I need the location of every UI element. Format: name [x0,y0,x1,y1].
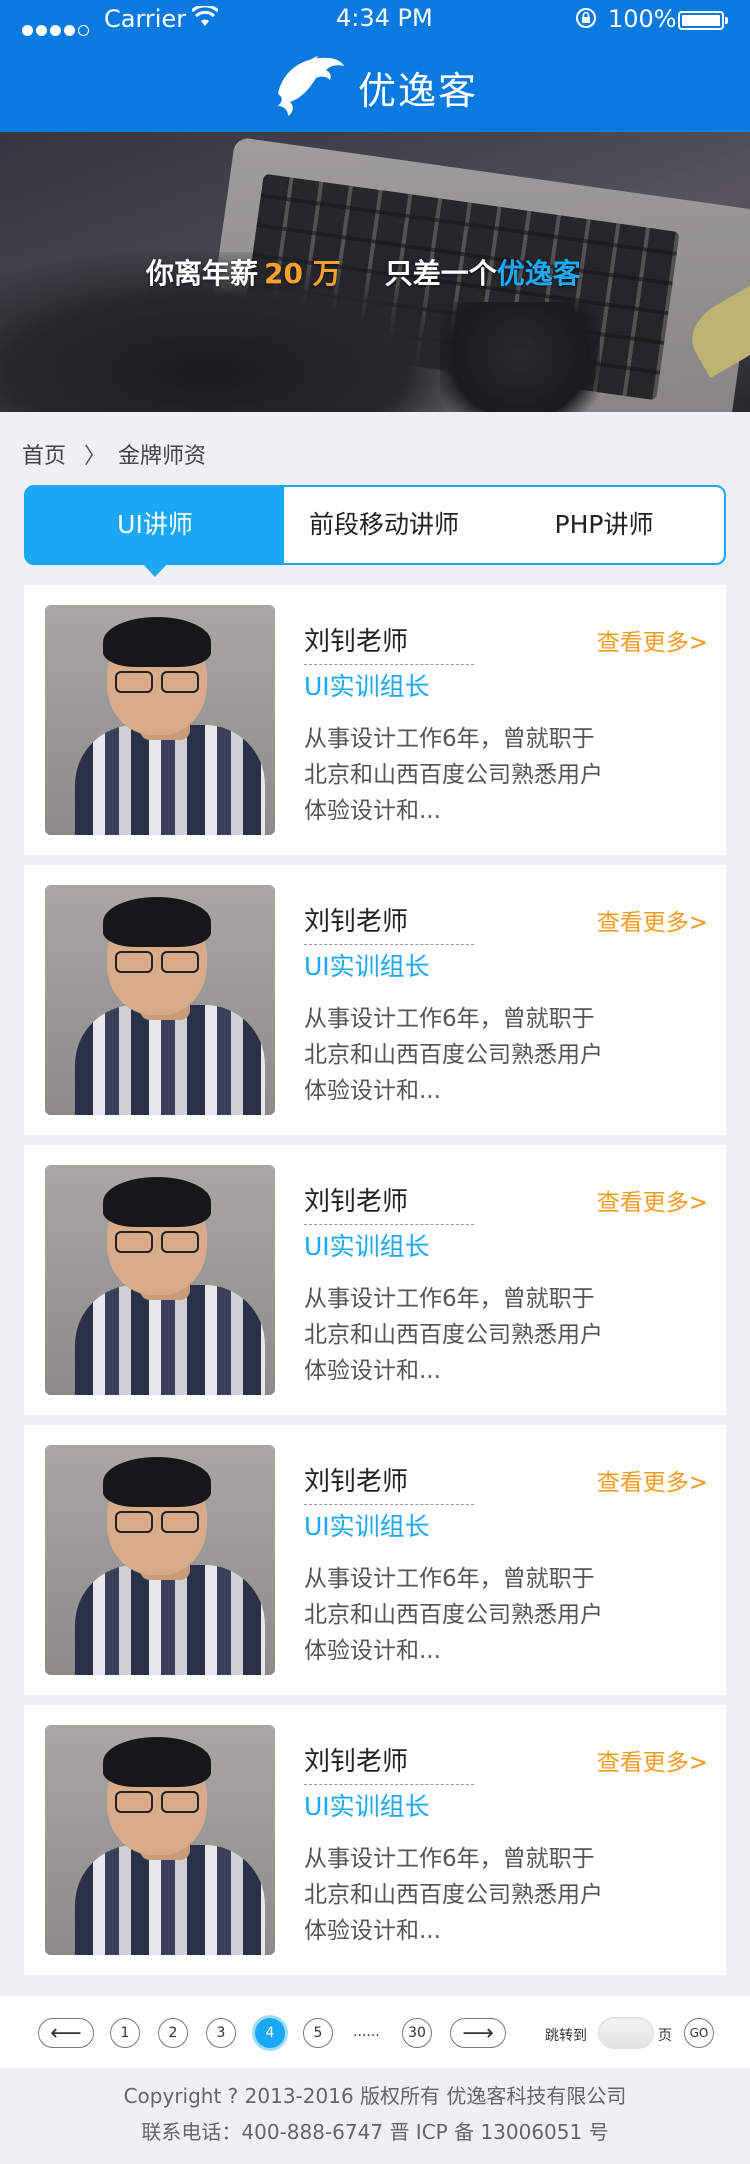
status-bar: Carrier 4:34 PM 100% [0,0,750,40]
view-more-link[interactable]: 查看更多> [597,1743,708,1777]
wifi-icon [190,4,220,34]
teacher-photo[interactable] [45,1725,275,1955]
breadcrumb-current: 金牌师资 [118,444,207,469]
teacher-description: 从事设计工作6年，曾就职于北京和山西百度公司熟悉用户体验设计和... [304,1286,603,1384]
page-button-5[interactable]: 5 [303,2018,333,2048]
dolphin-logo-icon [278,56,344,116]
rotation-lock-icon [574,6,598,36]
footer: Copyright ? 2013-2016 版权所有 优逸客科技有限公司 联系电… [0,2068,750,2164]
next-page-button[interactable]: ⟶ [450,2018,506,2048]
view-more-link[interactable]: 查看更多> [597,1183,708,1217]
footer-copyright: Copyright ? 2013-2016 版权所有 优逸客科技有限公司 [123,2084,627,2108]
teacher-role: UI实训组长 [304,1792,430,1821]
pagination-ellipsis: ...... [353,2024,380,2040]
teacher-card[interactable]: 刘钊老师 查看更多> UI实训组长从事设计工作6年，曾就职于北京和山西百度公司熟悉用… [24,1705,726,1975]
battery-icon [678,11,728,30]
teacher-photo[interactable] [45,885,275,1115]
teacher-name: 刘钊老师 [304,1461,474,1505]
teacher-name: 刘钊老师 [304,621,474,665]
teacher-role: UI实训组长 [304,672,430,701]
nav-bar: 优逸客 [0,40,750,132]
teacher-card[interactable]: 刘钊老师 查看更多> UI实训组长从事设计工作6年，曾就职于北京和山西百度公司熟悉用… [24,1425,726,1695]
teacher-photo[interactable] [45,1445,275,1675]
teacher-name: 刘钊老师 [304,901,474,945]
jump-page-input[interactable] [598,2017,654,2049]
page-button-3[interactable]: 3 [206,2018,236,2048]
teacher-description: 从事设计工作6年，曾就职于北京和山西百度公司熟悉用户体验设计和... [304,1846,603,1944]
hero-banner[interactable]: 你离年薪 20 万只差一个优逸客 [0,132,750,412]
brand-title: 优逸客 [358,69,479,113]
page-button-2[interactable]: 2 [158,2018,188,2048]
brand-highlight: 优逸客 [496,257,581,290]
signal-icon [22,14,92,42]
teacher-photo[interactable] [45,605,275,835]
teacher-photo[interactable] [45,1165,275,1395]
teacher-description: 从事设计工作6年，曾就职于北京和山西百度公司熟悉用户体验设计和... [304,1006,603,1104]
breadcrumb: 首页〉金牌师资 [22,438,206,470]
view-more-link[interactable]: 查看更多> [597,903,708,937]
teacher-card[interactable]: 刘钊老师 查看更多> UI实训组长从事设计工作6年，曾就职于北京和山西百度公司熟悉用… [24,865,726,1135]
go-button[interactable]: GO [684,2018,714,2048]
teacher-description: 从事设计工作6年，曾就职于北京和山西百度公司熟悉用户体验设计和... [304,1566,603,1664]
banner-slogan: 你离年薪 20 万只差一个优逸客 [146,257,581,290]
teacher-role: UI实训组长 [304,1512,430,1541]
view-more-link[interactable]: 查看更多> [597,1463,708,1497]
breadcrumb-home[interactable]: 首页 [22,444,66,469]
tab-php-teacher[interactable]: PHP讲师 [484,487,724,563]
prev-page-button[interactable]: ⟵ [38,2018,94,2048]
pagination: ⟵ 1 2 3 4 5 ...... 30 ⟶ 跳转到 页 GO [0,1996,750,2068]
teacher-description: 从事设计工作6年，曾就职于北京和山西百度公司熟悉用户体验设计和... [304,726,603,824]
page-button-4-current[interactable]: 4 [255,2018,285,2048]
chevron-right-icon: 〉 [84,444,107,469]
teacher-role: UI实训组长 [304,952,430,981]
tab-mobile-teacher[interactable]: 前段移动讲师 [284,487,484,563]
footer-contact: 联系电话：400-888-6747 晋 ICP 备 13006051 号 [141,2120,609,2144]
teacher-name: 刘钊老师 [304,1741,474,1785]
jump-to-label: 跳转到 [545,2028,587,2044]
tab-ui-teacher[interactable]: UI讲师 [26,487,284,577]
page-button-1[interactable]: 1 [110,2018,140,2048]
page-button-last[interactable]: 30 [402,2018,432,2048]
teacher-card[interactable]: 刘钊老师 查看更多> UI实训组长从事设计工作6年，曾就职于北京和山西百度公司熟悉用… [24,1145,726,1415]
battery-percent: 100% [608,5,677,33]
clock: 4:34 PM [336,4,433,32]
page-unit-label: 页 [658,2028,672,2044]
salary-number: 20 万 [264,257,341,290]
teacher-card[interactable]: 刘钊老师 查看更多> UI实训组长从事设计工作6年，曾就职于北京和山西百度公司熟悉用… [24,585,726,855]
teacher-tabs: UI讲师 前段移动讲师 PHP讲师 [24,485,726,577]
carrier-label: Carrier [104,5,187,33]
teacher-role: UI实训组长 [304,1232,430,1261]
teacher-name: 刘钊老师 [304,1181,474,1225]
view-more-link[interactable]: 查看更多> [597,623,708,657]
